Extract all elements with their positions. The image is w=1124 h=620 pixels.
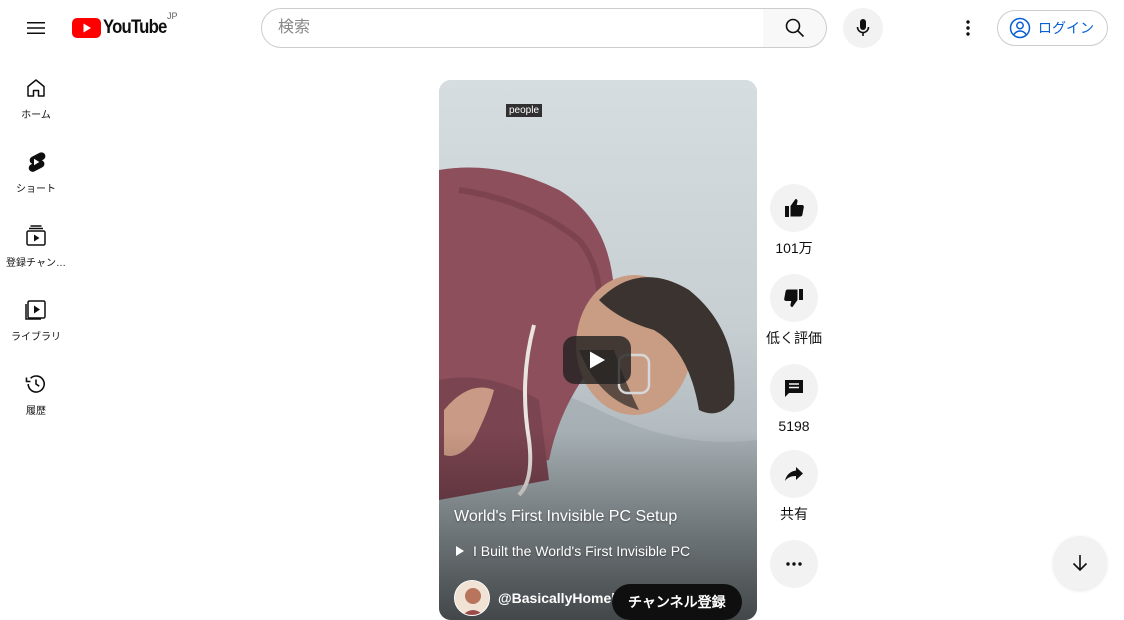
more-action — [770, 540, 818, 588]
signin-label: ログイン — [1038, 20, 1094, 36]
sidebar-item-label: ライブラリ — [11, 332, 61, 343]
shorts-player[interactable]: people World's First Invisible PC Setup … — [439, 80, 757, 620]
sidebar-item-history[interactable]: 履歴 — [0, 352, 72, 426]
masthead: YouTube JP ログイン — [0, 0, 1124, 56]
home-icon — [27, 79, 45, 97]
dislike-action: 低く評価 — [766, 274, 822, 348]
short-title[interactable]: World's First Invisible PC Setup — [454, 508, 677, 526]
next-short-button[interactable] — [1053, 536, 1107, 590]
sidebar-item-subscriptions[interactable]: 登録チャン… — [0, 204, 72, 278]
signin-button[interactable]: ログイン — [997, 10, 1108, 46]
related-video-link[interactable]: I Built the World's First Invisible PC — [454, 543, 690, 559]
sidebar-item-label: ホーム — [21, 110, 51, 121]
share-button[interactable] — [770, 450, 818, 498]
guide-menu-button[interactable] — [16, 8, 56, 48]
sidebar-item-label: 登録チャン… — [6, 258, 66, 269]
history-icon — [25, 375, 45, 393]
sidebar-item-library[interactable]: ライブラリ — [0, 278, 72, 352]
sidebar-item-shorts[interactable]: ショート — [0, 130, 72, 204]
logo-wordmark: YouTube — [103, 17, 167, 38]
short-actions: 101万 低く評価 5198 共有 — [766, 184, 822, 604]
library-icon — [25, 300, 46, 320]
content-tag: people — [506, 104, 543, 117]
sidebar-item-home[interactable]: ホーム — [0, 56, 72, 130]
search-input[interactable] — [261, 8, 764, 48]
play-icon — [590, 351, 605, 369]
like-button[interactable] — [770, 184, 818, 232]
account-icon — [1009, 17, 1031, 39]
subscriptions-icon — [26, 225, 46, 246]
channel-avatar[interactable] — [454, 580, 490, 616]
search-button[interactable] — [763, 8, 827, 48]
settings-menu-button[interactable] — [948, 8, 988, 48]
voice-search-button[interactable] — [843, 8, 883, 48]
comment-icon — [785, 380, 803, 397]
country-code: JP — [167, 11, 178, 21]
play-small-icon — [456, 546, 464, 556]
youtube-logo[interactable]: YouTube JP — [72, 11, 178, 40]
comment-button[interactable] — [770, 364, 818, 412]
subscribe-button[interactable]: チャンネル登録 — [612, 584, 742, 620]
mic-icon — [856, 19, 870, 36]
dislike-button[interactable] — [770, 274, 818, 322]
share-icon — [785, 467, 803, 481]
dislike-label: 低く評価 — [766, 330, 822, 346]
comment-count: 5198 — [778, 418, 810, 434]
more-vert-icon — [966, 20, 970, 36]
more-actions-button[interactable] — [770, 540, 818, 588]
like-count: 101万 — [775, 240, 813, 256]
channel-name: @BasicallyHomel — [498, 590, 616, 606]
thumb-up-icon — [785, 199, 804, 217]
share-action: 共有 — [770, 450, 818, 524]
like-action: 101万 — [770, 184, 818, 258]
arrow-down-icon — [1072, 555, 1088, 572]
channel-info[interactable]: @BasicallyHomel — [454, 580, 615, 616]
menu-icon — [27, 22, 45, 34]
youtube-play-logo-icon — [72, 18, 101, 38]
mini-guide: ホーム ショート 登録チャン… ライブラリ 履歴 — [0, 56, 72, 426]
shorts-icon — [28, 152, 46, 172]
share-label: 共有 — [780, 506, 808, 522]
thumb-down-icon — [784, 289, 803, 307]
sidebar-item-label: 履歴 — [26, 406, 46, 417]
related-video-title: I Built the World's First Invisible PC — [473, 543, 691, 559]
play-button[interactable] — [563, 336, 631, 384]
comment-action: 5198 — [770, 364, 818, 434]
search-icon — [785, 18, 804, 38]
avatar-face-icon — [455, 581, 489, 615]
sidebar-item-label: ショート — [16, 184, 56, 195]
more-horiz-icon — [786, 562, 802, 566]
